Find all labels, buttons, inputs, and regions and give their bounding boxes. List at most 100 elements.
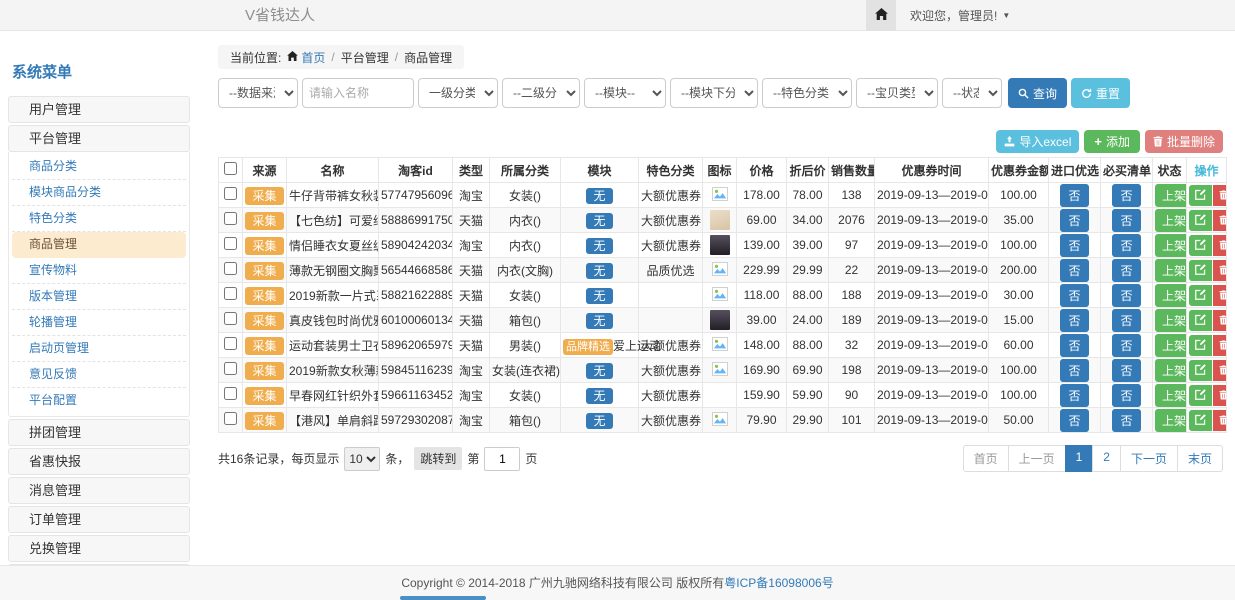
horizontal-scrollbar-thumb[interactable]	[400, 596, 486, 600]
module-sub-select[interactable]: --模块下分类--	[670, 78, 758, 108]
must-buy-toggle-button[interactable]: 否	[1112, 259, 1140, 282]
imported-toggle-button[interactable]: 否	[1060, 284, 1088, 307]
item-type-select[interactable]: --宝贝类型--	[856, 78, 938, 108]
home-button[interactable]	[866, 0, 896, 31]
sidebar-item-5[interactable]: 商品管理	[12, 232, 186, 258]
category-2-select[interactable]: --二级分类--	[502, 78, 580, 108]
delete-button[interactable]	[1213, 210, 1227, 231]
select-all-checkbox[interactable]	[224, 162, 237, 175]
per-page-select[interactable]: 10	[344, 447, 380, 471]
icp-link[interactable]: 粤ICP备16098006号	[724, 576, 833, 590]
imported-toggle-button[interactable]: 否	[1060, 234, 1088, 257]
must-buy-toggle-button[interactable]: 否	[1112, 234, 1140, 257]
imported-toggle-button[interactable]: 否	[1060, 184, 1088, 207]
edit-button[interactable]	[1189, 260, 1212, 281]
pagination-last[interactable]: 末页	[1177, 445, 1223, 472]
sidebar-item-9[interactable]: 启动页管理	[12, 336, 186, 362]
status-button[interactable]: 上架	[1155, 284, 1187, 307]
delete-button[interactable]	[1213, 410, 1227, 431]
sidebar-item-6[interactable]: 宣传物料	[12, 258, 186, 284]
breadcrumb-home-link[interactable]: 首页	[287, 49, 325, 66]
name-input[interactable]	[302, 78, 414, 108]
page-number-input[interactable]	[484, 447, 520, 471]
row-checkbox[interactable]	[224, 287, 237, 300]
status-select[interactable]: --状态--	[942, 78, 1002, 108]
import-excel-button[interactable]: 导入excel	[996, 130, 1079, 153]
delete-button[interactable]	[1213, 235, 1227, 256]
sidebar-item-12[interactable]: 拼团管理	[8, 419, 190, 446]
search-button[interactable]: 查询	[1008, 78, 1067, 108]
delete-button[interactable]	[1213, 260, 1227, 281]
category-1-select[interactable]: 一级分类	[418, 78, 498, 108]
sidebar-item-11[interactable]: 平台配置	[12, 388, 186, 414]
sidebar-item-1[interactable]: 平台管理	[8, 125, 190, 152]
data-source-select[interactable]: --数据来源--	[218, 78, 298, 108]
imported-toggle-button[interactable]: 否	[1060, 409, 1088, 432]
status-button[interactable]: 上架	[1155, 209, 1187, 232]
sidebar-item-2[interactable]: 商品分类	[12, 154, 186, 180]
sidebar-item-4[interactable]: 特色分类	[12, 206, 186, 232]
edit-button[interactable]	[1189, 185, 1212, 206]
pagination-next[interactable]: 下一页	[1120, 445, 1178, 472]
feature-select[interactable]: --特色分类--	[762, 78, 852, 108]
sidebar-item-7[interactable]: 版本管理	[12, 284, 186, 310]
edit-button[interactable]	[1189, 360, 1212, 381]
status-button[interactable]: 上架	[1155, 384, 1187, 407]
must-buy-toggle-button[interactable]: 否	[1112, 359, 1140, 382]
row-checkbox[interactable]	[224, 337, 237, 350]
sidebar-item-16[interactable]: 兑换管理	[8, 535, 190, 562]
edit-button[interactable]	[1189, 310, 1212, 331]
edit-button[interactable]	[1189, 410, 1212, 431]
must-buy-toggle-button[interactable]: 否	[1112, 384, 1140, 407]
imported-toggle-button[interactable]: 否	[1060, 259, 1088, 282]
must-buy-toggle-button[interactable]: 否	[1112, 209, 1140, 232]
reset-button[interactable]: 重置	[1071, 78, 1130, 108]
sidebar-item-15[interactable]: 订单管理	[8, 506, 190, 533]
must-buy-toggle-button[interactable]: 否	[1112, 184, 1140, 207]
imported-toggle-button[interactable]: 否	[1060, 359, 1088, 382]
must-buy-toggle-button[interactable]: 否	[1112, 284, 1140, 307]
add-button[interactable]: + 添加	[1084, 130, 1140, 153]
status-button[interactable]: 上架	[1155, 184, 1187, 207]
imported-toggle-button[interactable]: 否	[1060, 334, 1088, 357]
batch-delete-button[interactable]: 批量删除	[1145, 130, 1223, 153]
welcome-menu[interactable]: 欢迎您，管理员! ▼	[896, 0, 1010, 31]
row-checkbox[interactable]	[224, 387, 237, 400]
pagination-page-1[interactable]: 1	[1065, 445, 1094, 472]
module-select[interactable]: --模块--	[584, 78, 666, 108]
row-checkbox[interactable]	[224, 237, 237, 250]
status-button[interactable]: 上架	[1155, 309, 1187, 332]
edit-button[interactable]	[1189, 285, 1212, 306]
row-checkbox[interactable]	[224, 212, 237, 225]
edit-button[interactable]	[1189, 235, 1212, 256]
must-buy-toggle-button[interactable]: 否	[1112, 334, 1140, 357]
row-checkbox[interactable]	[224, 187, 237, 200]
edit-button[interactable]	[1189, 385, 1212, 406]
row-checkbox[interactable]	[224, 262, 237, 275]
row-checkbox[interactable]	[224, 412, 237, 425]
sidebar-item-13[interactable]: 省惠快报	[8, 448, 190, 475]
edit-button[interactable]	[1189, 335, 1212, 356]
row-checkbox[interactable]	[224, 362, 237, 375]
sidebar-item-10[interactable]: 意见反馈	[12, 362, 186, 388]
delete-button[interactable]	[1213, 285, 1227, 306]
row-checkbox[interactable]	[224, 312, 237, 325]
imported-toggle-button[interactable]: 否	[1060, 209, 1088, 232]
delete-button[interactable]	[1213, 385, 1227, 406]
status-button[interactable]: 上架	[1155, 259, 1187, 282]
must-buy-toggle-button[interactable]: 否	[1112, 409, 1140, 432]
status-button[interactable]: 上架	[1155, 234, 1187, 257]
jump-button[interactable]: 跳转到	[414, 447, 462, 470]
edit-button[interactable]	[1189, 210, 1212, 231]
sidebar-item-8[interactable]: 轮播管理	[12, 310, 186, 336]
status-button[interactable]: 上架	[1155, 334, 1187, 357]
delete-button[interactable]	[1213, 310, 1227, 331]
delete-button[interactable]	[1213, 185, 1227, 206]
status-button[interactable]: 上架	[1155, 409, 1187, 432]
pagination-first[interactable]: 首页	[963, 445, 1009, 472]
imported-toggle-button[interactable]: 否	[1060, 384, 1088, 407]
status-button[interactable]: 上架	[1155, 359, 1187, 382]
delete-button[interactable]	[1213, 360, 1227, 381]
pagination-prev[interactable]: 上一页	[1008, 445, 1066, 472]
pagination-page-2[interactable]: 2	[1092, 445, 1121, 472]
